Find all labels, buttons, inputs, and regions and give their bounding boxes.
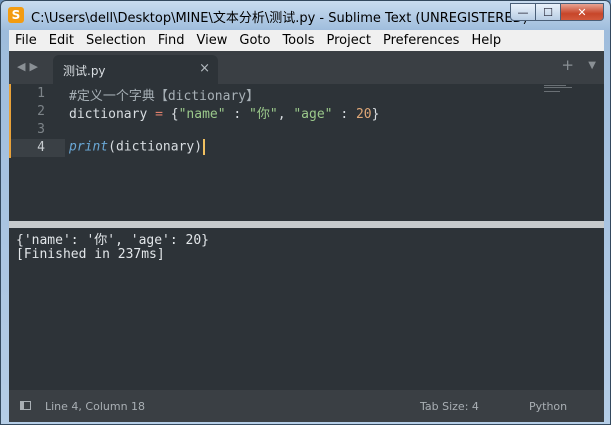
- tab-bar: ◀▶ 测试.py × + ▼: [9, 51, 604, 84]
- paren-token: ): [194, 139, 203, 155]
- comment-token: #定义一个字典【dictionary】: [69, 89, 260, 104]
- menu-preferences[interactable]: Preferences: [377, 33, 465, 48]
- status-bar: Line 4, Column 18 Tab Size: 4 Python: [9, 390, 604, 422]
- menu-view[interactable]: View: [191, 33, 234, 48]
- menu-edit[interactable]: Edit: [43, 33, 80, 48]
- text-cursor: [203, 139, 206, 155]
- line-number-gutter: 1 2 3 4: [9, 84, 61, 221]
- menu-help[interactable]: Help: [465, 33, 507, 48]
- comma-token: ,: [277, 107, 294, 122]
- menu-file[interactable]: File: [9, 33, 43, 48]
- line-number-active: 4: [37, 140, 45, 155]
- editor-scrollbar[interactable]: [596, 84, 604, 221]
- paren-token: (: [108, 139, 116, 155]
- tab-label: 测试.py: [63, 64, 106, 78]
- panel-splitter[interactable]: [9, 221, 604, 228]
- cursor-position: Line 4, Column 18: [45, 400, 146, 413]
- close-button[interactable]: ✕: [561, 3, 604, 21]
- minimap[interactable]: [544, 85, 574, 95]
- tab-active-file[interactable]: 测试.py ×: [53, 55, 218, 84]
- maximize-button[interactable]: ☐: [536, 3, 561, 21]
- code-line-2[interactable]: dictionary = {"name" : "你", "age" : 20}: [69, 103, 380, 122]
- menu-project[interactable]: Project: [320, 33, 376, 48]
- variable-token: dictionary: [69, 107, 148, 122]
- colon-token: :: [225, 107, 250, 122]
- sublime-app-icon: S: [8, 7, 24, 23]
- line-number: 2: [37, 104, 45, 119]
- colon-token: :: [332, 107, 356, 122]
- sublime-window: S C:\Users\dell\Desktop\MINE\文本分析\测试.py …: [0, 0, 611, 425]
- tab-close-icon[interactable]: ×: [199, 61, 210, 76]
- tab-nav-arrows-icon[interactable]: ◀▶: [17, 60, 42, 73]
- menu-selection[interactable]: Selection: [80, 33, 152, 48]
- output-scrollbar[interactable]: [596, 228, 604, 390]
- window-title: C:\Users\dell\Desktop\MINE\文本分析\测试.py - …: [31, 11, 528, 26]
- line-number: 1: [37, 86, 45, 101]
- operator-token: =: [147, 107, 171, 122]
- tab-size-setting[interactable]: Tab Size: 4: [420, 400, 479, 413]
- output-line: [Finished in 237ms]: [16, 247, 165, 262]
- string-token: "你": [249, 107, 278, 122]
- string-token: "age": [293, 107, 333, 122]
- code-editor[interactable]: 1 2 3 4 #定义一个字典【dictionary】 dictionary =…: [9, 84, 604, 221]
- brace-token: }: [371, 107, 380, 122]
- code-line-1[interactable]: #定义一个字典【dictionary】: [69, 85, 260, 104]
- build-output-panel[interactable]: {'name': '你', 'age': 20} [Finished in 23…: [9, 228, 604, 390]
- menu-find[interactable]: Find: [152, 33, 191, 48]
- minimize-button[interactable]: —: [510, 3, 536, 21]
- brace-token: {: [170, 107, 179, 122]
- line-number: 3: [37, 122, 45, 137]
- function-token: print: [69, 139, 109, 155]
- argument-token: dictionary: [115, 139, 195, 155]
- title-bar[interactable]: S C:\Users\dell\Desktop\MINE\文本分析\测试.py …: [1, 1, 610, 29]
- toggle-panel-icon[interactable]: [20, 401, 31, 410]
- code-line-4[interactable]: print(dictionary): [69, 139, 206, 157]
- number-token: 20: [355, 107, 372, 122]
- menu-bar: File Edit Selection Find View Goto Tools…: [9, 30, 604, 51]
- output-line: {'name': '你', 'age': 20}: [16, 233, 210, 248]
- tab-dropdown-icon[interactable]: ▼: [588, 60, 596, 71]
- syntax-setting[interactable]: Python: [529, 400, 567, 413]
- window-controls: — ☐ ✕: [510, 3, 604, 21]
- menu-tools[interactable]: Tools: [276, 33, 320, 48]
- new-tab-icon[interactable]: +: [561, 56, 574, 74]
- string-token: "name": [178, 107, 226, 122]
- menu-goto[interactable]: Goto: [233, 33, 276, 48]
